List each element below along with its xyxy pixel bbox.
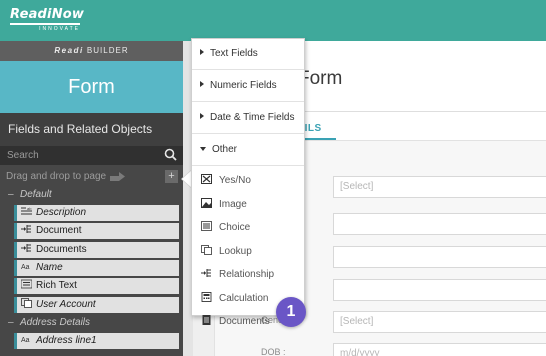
field-category-label: Text Fields <box>210 48 258 59</box>
field-category[interactable]: Other <box>192 135 304 166</box>
field-item[interactable]: Document <box>14 223 179 240</box>
field-item-label: Document <box>36 225 82 237</box>
svg-text:Aa: Aa <box>21 337 30 344</box>
form-input-value: [Select] <box>340 181 374 192</box>
field-item[interactable]: Rich Text <box>14 278 179 295</box>
field-type-option[interactable]: Yes/No <box>192 169 304 192</box>
field-group-name: Default <box>20 189 52 200</box>
logo-tagline: INNOVATE <box>39 26 80 32</box>
logo-underline <box>10 23 80 25</box>
field-group-name: Address Details <box>20 316 91 328</box>
field-item-label: Rich Text <box>36 280 77 292</box>
form-input[interactable]: [Select] <box>333 311 546 333</box>
search-icon[interactable] <box>164 148 177 161</box>
app-logo[interactable]: ReadiNow INNOVATE <box>10 7 84 32</box>
builder-title-brand: Readi <box>54 46 84 55</box>
fields-heading: Fields and Related Objects <box>0 113 183 146</box>
rich-text-icon <box>20 279 33 289</box>
field-item[interactable]: ab Description <box>14 205 179 221</box>
lookup-icon <box>21 297 32 308</box>
field-group-header[interactable]: – Address Details <box>0 315 90 331</box>
field-type-label: Relationship <box>219 269 275 280</box>
form-field-label: DOB : <box>261 347 286 356</box>
caret-right-icon <box>200 81 204 87</box>
drag-hint: Drag and drop to page <box>6 171 107 182</box>
search-placeholder: Search <box>7 150 39 161</box>
field-type-option[interactable]: Relationship <box>192 263 304 286</box>
form-title-box: Form <box>0 61 183 113</box>
field-type-label: Calculation <box>219 292 269 304</box>
caret-right-icon <box>200 113 204 119</box>
field-category-label: Date & Time Fields <box>210 112 295 123</box>
caret-right-icon <box>200 49 204 55</box>
field-item[interactable]: User Account <box>14 296 179 313</box>
field-item-label: Address line1 <box>36 334 97 346</box>
field-category[interactable]: Text Fields <box>192 39 304 70</box>
calculator-icon <box>201 288 212 302</box>
form-input[interactable] <box>333 213 546 235</box>
text-abc-icon: Aa <box>21 334 32 344</box>
search-input[interactable]: Search <box>0 146 183 165</box>
field-category-label: Numeric Fields <box>210 80 277 91</box>
field-type-label: Image <box>219 198 247 210</box>
svg-text:ab: ab <box>27 206 32 211</box>
text-lines-icon: ab <box>21 206 32 216</box>
step-badge: 1 <box>276 297 306 327</box>
image-icon <box>201 194 212 208</box>
relationship-icon <box>21 224 32 234</box>
drag-hint-row: Drag and drop to page + <box>0 168 183 186</box>
form-input[interactable]: [Select] <box>333 176 546 198</box>
field-type-label: Yes/No <box>219 175 251 186</box>
field-item-label: User Account <box>36 298 96 310</box>
field-category[interactable]: Date & Time Fields <box>192 103 304 134</box>
field-item[interactable]: Aa Name <box>14 259 179 276</box>
add-field-button[interactable]: + <box>165 170 178 183</box>
relationship-icon <box>201 264 212 277</box>
logo-text: ReadiNow <box>10 7 85 22</box>
form-input[interactable] <box>333 246 546 268</box>
field-item-label: Documents <box>36 243 87 255</box>
document-icon <box>201 311 212 325</box>
lookup-icon <box>201 241 212 255</box>
field-type-popup: Text Fields Numeric Fields Date & Time Fie… <box>191 38 305 327</box>
form-input-value: [Select] <box>340 316 374 327</box>
form-input-value: m/d/yyyy <box>340 348 380 356</box>
field-item[interactable]: Aa Address line1 <box>14 332 179 349</box>
builder-title: Readi BUILDER <box>0 41 183 61</box>
field-item[interactable]: Documents <box>14 241 179 258</box>
builder-sidebar: Readi BUILDER Form Fields and Related Ob… <box>0 41 183 356</box>
field-type-option[interactable]: Choice <box>192 216 304 239</box>
field-type-label: Lookup <box>219 245 252 257</box>
collapse-icon[interactable]: – <box>8 315 20 331</box>
field-group-header[interactable]: – Default <box>0 187 52 203</box>
builder-title-suffix: BUILDER <box>86 46 129 55</box>
field-category-label: Other <box>212 144 238 155</box>
field-type-label: Choice <box>219 222 251 233</box>
caret-down-icon <box>200 147 206 151</box>
relationship-icon <box>21 243 32 253</box>
text-abc-icon: Aa <box>21 261 32 271</box>
field-type-option[interactable]: Lookup <box>192 240 304 263</box>
form-input[interactable]: m/d/yyyy <box>333 343 546 356</box>
form-input[interactable] <box>333 279 546 301</box>
choice-icon <box>201 217 212 231</box>
field-type-option[interactable]: Image <box>192 193 304 216</box>
field-item-label: Name <box>36 261 63 273</box>
field-category[interactable]: Numeric Fields <box>192 71 304 102</box>
top-header-bar: ReadiNow INNOVATE <box>0 0 546 41</box>
field-item-label: Description <box>36 207 87 218</box>
field-type-label: Documents <box>219 316 270 327</box>
svg-text:Aa: Aa <box>21 264 30 271</box>
collapse-icon[interactable]: – <box>8 187 20 203</box>
checkbox-icon <box>201 170 212 184</box>
drag-arrow-icon <box>110 172 125 181</box>
